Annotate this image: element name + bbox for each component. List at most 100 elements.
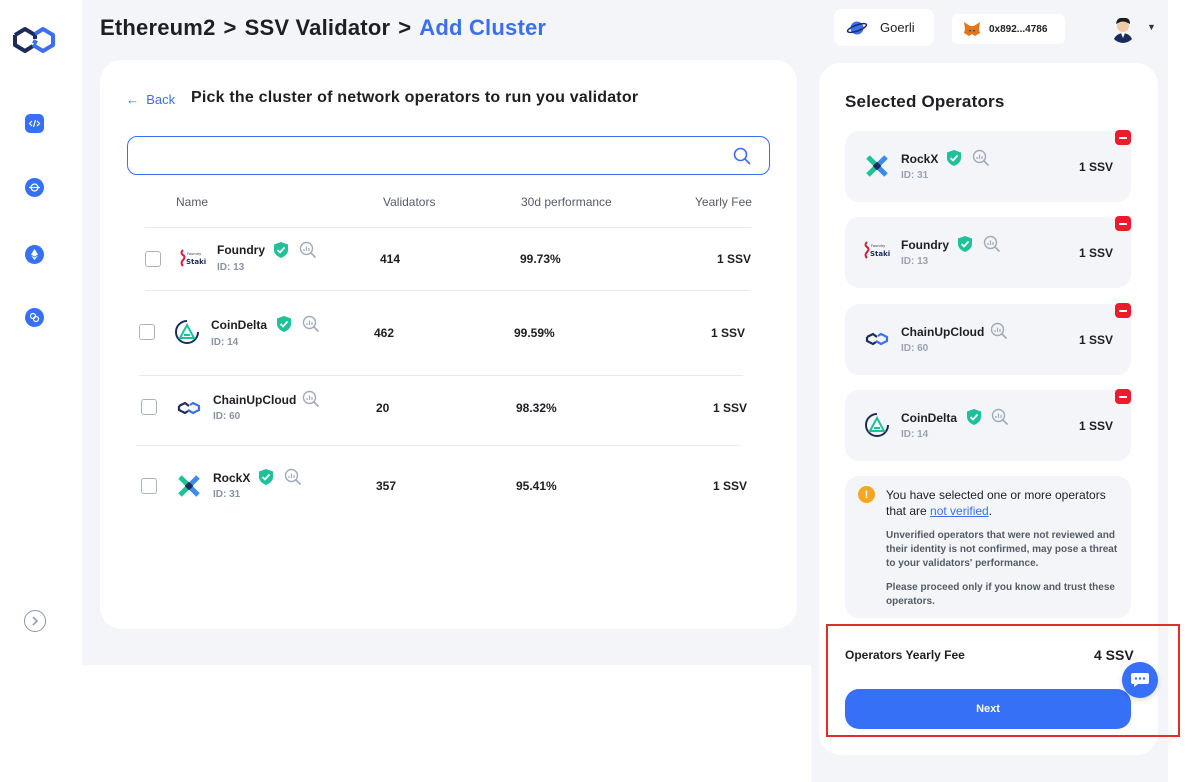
verified-shield-icon <box>274 242 288 258</box>
chat-bubble-icon <box>1131 673 1149 687</box>
breadcrumb-ssv-validator[interactable]: SSV Validator <box>245 15 391 41</box>
operator-fee: 1 SSV <box>1078 246 1113 260</box>
operator-details-icon[interactable] <box>302 390 320 408</box>
chainup-logo-icon[interactable] <box>11 25 57 55</box>
operator-name: Foundry <box>901 238 949 252</box>
operator-details-icon[interactable] <box>299 241 317 259</box>
chat-support-button[interactable] <box>1122 662 1158 698</box>
user-avatar[interactable] <box>1110 15 1136 43</box>
fee-cell: 1 SSV <box>717 252 752 266</box>
foundry-staking-logo-icon: Foundry Staking <box>180 249 206 267</box>
operator-id: ID: 31 <box>213 489 241 500</box>
minus-icon <box>1119 222 1127 225</box>
card-title: Pick the cluster of network operators to… <box>191 89 639 106</box>
operator-name: RockX <box>901 152 939 166</box>
next-button[interactable]: Next <box>845 689 1131 729</box>
search-icon[interactable] <box>733 147 751 165</box>
performance-cell: 98.32% <box>516 401 557 415</box>
operator-name: RockX <box>213 471 251 485</box>
remove-operator-button[interactable] <box>1115 130 1131 145</box>
warning-heading: You have selected one or more operators … <box>886 487 1122 519</box>
row-checkbox[interactable] <box>141 478 157 494</box>
warning-paragraph: Unverified operators that were not revie… <box>886 530 1118 569</box>
unverified-warning: ! You have selected one or more operator… <box>845 476 1131 618</box>
operator-details-icon[interactable] <box>972 149 990 167</box>
operator-fee: 1 SSV <box>1078 333 1113 347</box>
svg-text:Staking: Staking <box>186 258 206 266</box>
verified-shield-icon <box>947 150 961 166</box>
operator-id: ID: 60 <box>901 343 929 354</box>
row-divider <box>136 445 740 446</box>
svg-text:Foundry: Foundry <box>187 252 201 256</box>
warning-icon: ! <box>858 486 875 503</box>
row-divider <box>145 290 749 291</box>
validators-cell: 414 <box>380 252 401 266</box>
breadcrumb-separator: > <box>223 15 237 40</box>
svg-text:Staking: Staking <box>870 250 890 258</box>
code-nav-icon[interactable] <box>25 114 44 133</box>
performance-cell: 95.41% <box>516 479 557 493</box>
remove-operator-button[interactable] <box>1115 389 1131 404</box>
fee-cell: 1 SSV <box>713 401 748 415</box>
yearly-fee-label: Operators Yearly Fee <box>845 648 965 662</box>
row-checkbox[interactable] <box>141 399 157 415</box>
coindelta-logo-icon <box>865 413 889 437</box>
remove-operator-button[interactable] <box>1115 303 1131 318</box>
node-nav-icon[interactable] <box>25 178 44 197</box>
breadcrumb-separator: > <box>398 15 412 40</box>
wallet-address: 0x892...4786 <box>989 23 1048 35</box>
operator-id: ID: 31 <box>901 170 929 181</box>
performance-cell: 99.59% <box>514 326 555 340</box>
metamask-fox-icon <box>964 22 980 36</box>
link-nav-icon[interactable] <box>25 308 44 327</box>
chainupcloud-logo-icon <box>865 332 889 346</box>
row-checkbox[interactable] <box>145 251 161 267</box>
selected-operator-card: CoinDelta ID: 14 1 SSV <box>845 390 1131 461</box>
operator-name: CoinDelta <box>901 411 958 425</box>
selected-operators-title: Selected Operators <box>845 92 1005 111</box>
operator-details-icon[interactable] <box>983 235 1001 253</box>
column-header-yearly-fee[interactable]: Yearly Fee <box>695 195 752 209</box>
network-selector[interactable]: Goerli <box>834 9 934 46</box>
operator-details-icon[interactable] <box>302 315 320 333</box>
breadcrumb-ethereum2[interactable]: Ethereum2 <box>100 15 216 41</box>
warning-paragraph: Please proceed only if you know and trus… <box>886 582 1115 607</box>
expand-sidebar-icon[interactable] <box>24 610 46 632</box>
minus-icon <box>1119 136 1127 139</box>
rockx-logo-icon <box>866 155 888 177</box>
column-header-name[interactable]: Name <box>176 195 208 209</box>
operator-details-icon[interactable] <box>284 468 302 486</box>
minus-icon <box>1119 309 1127 312</box>
operator-fee: 1 SSV <box>1078 160 1113 174</box>
search-input[interactable] <box>128 137 728 173</box>
row-checkbox[interactable] <box>139 324 155 340</box>
header-divider <box>145 227 751 228</box>
verified-shield-icon <box>277 316 291 332</box>
planet-icon <box>846 21 868 34</box>
validators-cell: 462 <box>374 326 395 340</box>
operator-id: ID: 14 <box>211 337 239 348</box>
account-menu-chevron-down-icon[interactable]: ▼ <box>1147 22 1156 32</box>
verified-shield-icon <box>958 236 972 252</box>
operator-details-icon[interactable] <box>990 322 1008 340</box>
chainupcloud-logo-icon <box>177 401 201 415</box>
back-label: Back <box>146 92 176 107</box>
breadcrumb-add-cluster: Add Cluster <box>419 15 547 40</box>
wallet-button[interactable]: 0x892...4786 <box>952 14 1065 44</box>
not-verified-link[interactable]: not verified <box>930 504 989 518</box>
remove-operator-button[interactable] <box>1115 216 1131 231</box>
selected-operator-card: ChainUpCloud ID: 60 1 SSV <box>845 304 1131 375</box>
operator-name: ChainUpCloud <box>213 393 297 407</box>
row-divider <box>139 375 743 376</box>
operator-name: Foundry <box>217 243 265 257</box>
operator-name: CoinDelta <box>211 318 268 332</box>
sidebar <box>0 0 82 782</box>
coindelta-logo-icon <box>175 320 199 344</box>
back-button[interactable]: ← Back <box>126 92 175 107</box>
selected-operator-card: Foundry Staking Foundry ID: 13 1 SSV <box>845 217 1131 288</box>
ethereum-nav-icon[interactable] <box>25 245 44 264</box>
column-header-performance[interactable]: 30d performance <box>521 195 612 209</box>
performance-cell: 99.73% <box>520 252 561 266</box>
operator-details-icon[interactable] <box>991 408 1009 426</box>
column-header-validators[interactable]: Validators <box>383 195 435 209</box>
